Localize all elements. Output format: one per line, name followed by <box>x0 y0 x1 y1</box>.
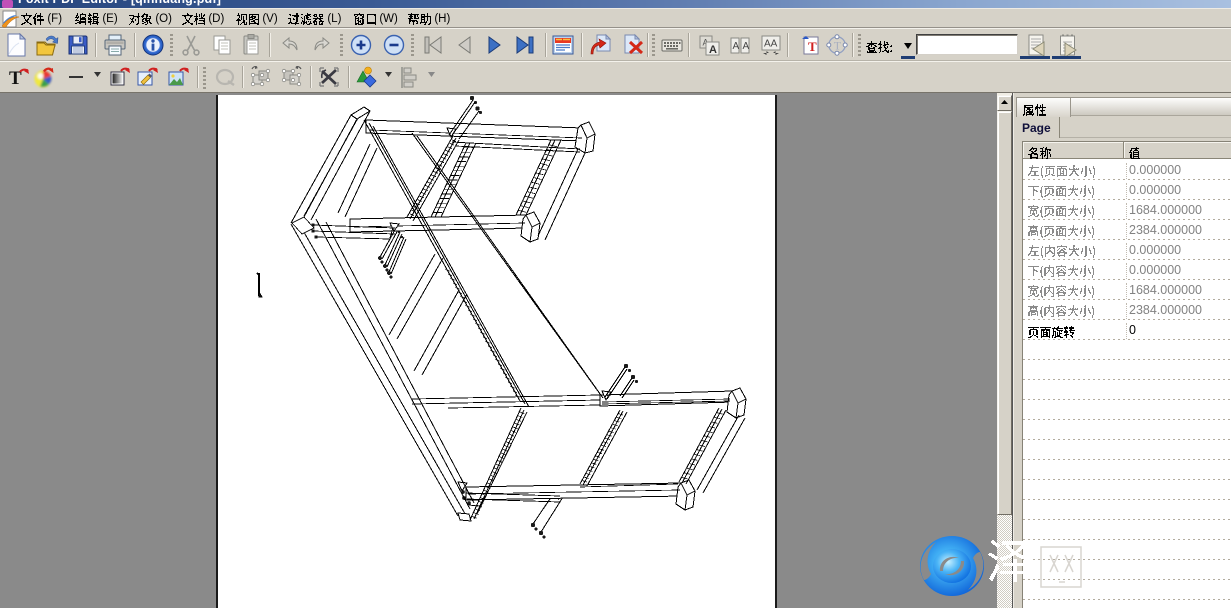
svg-text:T: T <box>834 39 842 53</box>
svg-text:T: T <box>808 39 817 54</box>
svg-text:A: A <box>709 44 717 56</box>
svg-text:A: A <box>743 41 750 52</box>
svg-text:AA: AA <box>764 39 778 50</box>
svg-text:A: A <box>733 41 740 52</box>
